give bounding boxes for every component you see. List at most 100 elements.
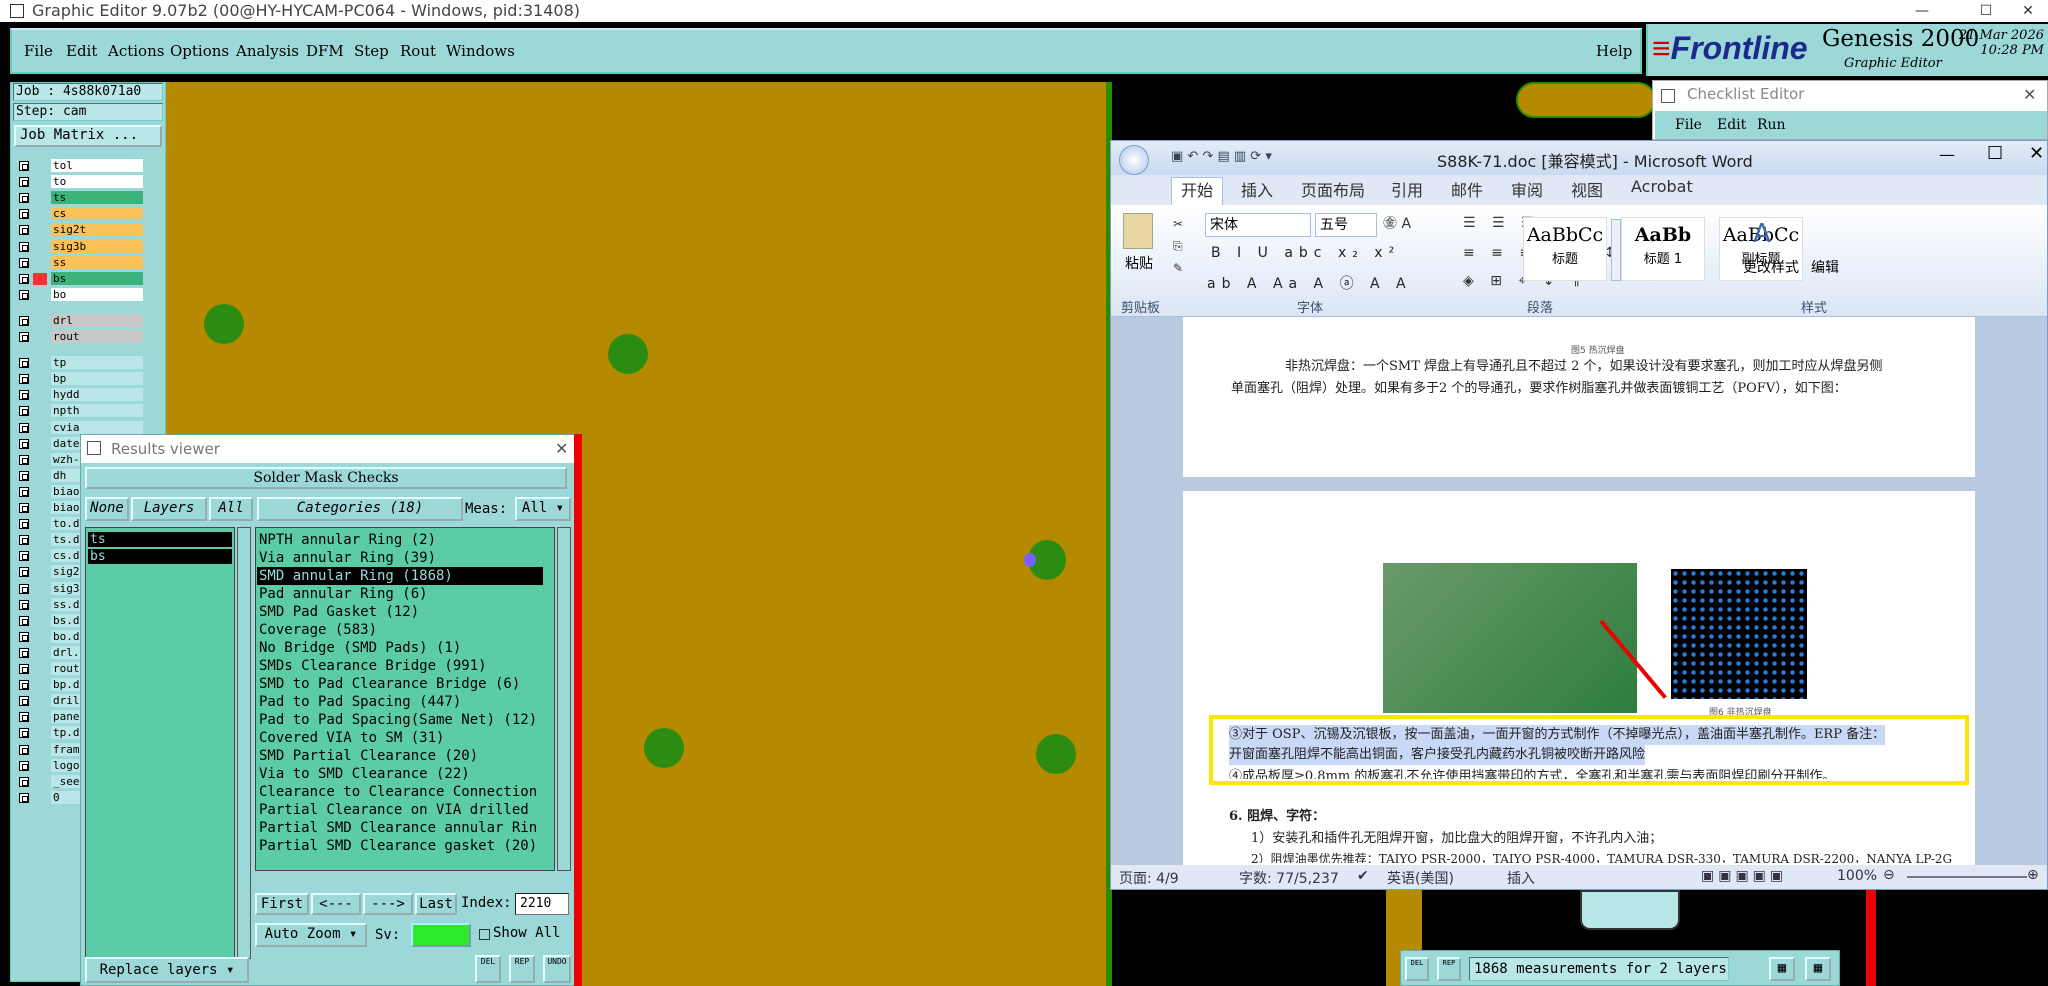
maximize-button[interactable]: ☐ bbox=[1966, 0, 2006, 22]
layer-checkbox[interactable] bbox=[19, 315, 29, 326]
language[interactable]: 英语(美国) bbox=[1387, 868, 1454, 888]
tab-insert[interactable]: 插入 bbox=[1241, 177, 1273, 201]
layer-name[interactable]: bs bbox=[51, 271, 143, 285]
layer-row[interactable]: sig2t bbox=[15, 223, 143, 237]
close-icon[interactable]: ✕ bbox=[555, 439, 568, 458]
layer-checkbox[interactable] bbox=[19, 792, 29, 803]
layer-row[interactable]: ss bbox=[15, 255, 143, 270]
category-item[interactable]: SMD annular Ring (1868) bbox=[257, 567, 543, 585]
layer-name[interactable]: cs bbox=[51, 207, 143, 221]
layer-checkbox[interactable] bbox=[19, 374, 29, 385]
index-input[interactable]: 2210 bbox=[515, 893, 569, 915]
category-item[interactable]: Pad annular Ring (6) bbox=[257, 585, 553, 603]
layer-checkbox[interactable] bbox=[19, 599, 29, 610]
category-item[interactable]: Pad to Pad Spacing(Same Net) (12) bbox=[257, 711, 553, 729]
category-scrollbar[interactable] bbox=[557, 527, 571, 871]
layer-row[interactable]: tol bbox=[15, 159, 143, 173]
category-item[interactable]: Partial SMD Clearance gasket (20) bbox=[257, 837, 553, 855]
layer-name[interactable]: bp bbox=[51, 372, 143, 386]
zoom-slider[interactable] bbox=[1907, 876, 2027, 878]
layer-row[interactable]: rout bbox=[15, 330, 143, 344]
layer-row[interactable]: bs bbox=[15, 271, 143, 286]
layer-checkbox[interactable] bbox=[19, 454, 29, 465]
none-button[interactable]: None bbox=[85, 497, 129, 521]
menu-options[interactable]: Options bbox=[170, 42, 229, 60]
category-item[interactable]: SMDs Clearance Bridge (991) bbox=[257, 657, 553, 675]
minimize-button[interactable]: — bbox=[1939, 145, 1955, 164]
layer-result-item[interactable]: bs bbox=[88, 549, 232, 564]
office-button[interactable] bbox=[1119, 145, 1149, 175]
layer-row[interactable]: to bbox=[15, 175, 143, 189]
paste-icon[interactable] bbox=[1123, 213, 1153, 249]
clipboard-icons[interactable]: ✂ ⎘ ✎ bbox=[1173, 213, 1183, 279]
layer-checkbox[interactable] bbox=[19, 390, 29, 401]
layer-checkbox[interactable] bbox=[19, 422, 29, 433]
tab-layout[interactable]: 页面布局 bbox=[1301, 177, 1365, 201]
menu-rout[interactable]: Rout bbox=[400, 42, 436, 60]
layer-checkbox[interactable] bbox=[19, 358, 29, 369]
layer-name[interactable]: hydd bbox=[51, 388, 143, 402]
category-item[interactable]: Clearance to Clearance Connection bbox=[257, 783, 553, 801]
layer-checkbox[interactable] bbox=[19, 438, 29, 449]
layer-checkbox[interactable] bbox=[19, 209, 29, 220]
layer-row[interactable]: tp bbox=[15, 356, 143, 370]
layer-checkbox[interactable] bbox=[19, 289, 29, 300]
rep-icon[interactable]: REP bbox=[1437, 957, 1461, 981]
minimize-button[interactable]: — bbox=[1902, 0, 1942, 22]
zoom-level[interactable]: 100% bbox=[1837, 868, 1877, 884]
layer-row[interactable]: npth bbox=[15, 404, 143, 418]
font-format-icons[interactable]: B I U abc x₂ x² bbox=[1211, 245, 1400, 261]
layer-checkbox[interactable] bbox=[19, 744, 29, 755]
checklist-menu-file[interactable]: File bbox=[1675, 117, 1702, 133]
prev-button[interactable]: <--- bbox=[311, 893, 361, 915]
layer-checkbox[interactable] bbox=[19, 631, 29, 642]
category-item[interactable]: SMD Pad Gasket (12) bbox=[257, 603, 553, 621]
category-item[interactable]: No Bridge (SMD Pads) (1) bbox=[257, 639, 553, 657]
layer-checkbox[interactable] bbox=[19, 664, 29, 674]
edit-label[interactable]: 编辑 bbox=[1811, 257, 1839, 277]
layer-result-list[interactable]: ts bs bbox=[85, 527, 235, 959]
layer-row[interactable]: drl bbox=[15, 313, 143, 328]
layer-checkbox[interactable] bbox=[19, 615, 29, 626]
view-mode-icons[interactable]: ▣▣▣▣▣ bbox=[1701, 868, 1787, 884]
meas-select[interactable]: All ▾ bbox=[515, 497, 571, 521]
category-item[interactable]: SMD to Pad Clearance Bridge (6) bbox=[257, 675, 553, 693]
close-icon[interactable]: ✕ bbox=[2023, 85, 2036, 104]
change-style-icon[interactable]: A bbox=[1753, 219, 1771, 249]
spell-check-icon[interactable]: ✔ bbox=[1357, 868, 1369, 884]
tab-home[interactable]: 开始 bbox=[1181, 177, 1213, 201]
menu-actions[interactable]: Actions bbox=[108, 42, 164, 60]
job-matrix-button[interactable]: Job Matrix ... bbox=[14, 125, 162, 147]
layer-list-scrollbar[interactable] bbox=[237, 527, 251, 959]
layer-name[interactable]: ss bbox=[51, 255, 143, 269]
maximize-button[interactable]: ☐ bbox=[1987, 143, 2003, 164]
close-button[interactable]: ✕ bbox=[2008, 0, 2048, 22]
next-button[interactable]: ---> bbox=[363, 893, 413, 915]
chart-icon[interactable]: ▦ bbox=[1805, 957, 1831, 981]
style-gallery-item[interactable]: AaBb 标题 1 bbox=[1621, 217, 1705, 281]
chart-icon[interactable]: ▦ bbox=[1769, 957, 1795, 981]
category-item[interactable]: NPTH annular Ring (2) bbox=[257, 531, 553, 549]
show-all-checkbox[interactable] bbox=[479, 929, 490, 940]
del-icon[interactable]: DEL bbox=[475, 955, 501, 983]
layer-checkbox[interactable] bbox=[19, 193, 29, 204]
sv-color-select[interactable] bbox=[411, 923, 471, 947]
layer-name[interactable]: drl bbox=[51, 313, 143, 327]
layer-checkbox[interactable] bbox=[19, 470, 29, 481]
paste-label[interactable]: 粘贴 bbox=[1125, 253, 1153, 273]
rep-icon[interactable]: REP bbox=[509, 955, 535, 983]
layer-name[interactable]: ts bbox=[51, 191, 143, 205]
layer-checkbox[interactable] bbox=[19, 583, 29, 594]
layer-name[interactable]: sig3b bbox=[51, 239, 143, 253]
layer-checkbox[interactable] bbox=[19, 161, 29, 171]
layer-row[interactable]: sig3b bbox=[15, 239, 143, 254]
category-item[interactable]: Via annular Ring (39) bbox=[257, 549, 553, 567]
layer-checkbox[interactable] bbox=[19, 535, 29, 546]
category-item[interactable]: Coverage (583) bbox=[257, 621, 553, 639]
layer-name[interactable]: rout bbox=[51, 330, 143, 343]
layer-checkbox[interactable] bbox=[19, 776, 29, 787]
category-item[interactable]: Pad to Pad Spacing (447) bbox=[257, 693, 553, 711]
layer-checkbox[interactable] bbox=[19, 406, 29, 417]
word-count[interactable]: 字数: 77/5,237 bbox=[1239, 868, 1339, 888]
auto-zoom-select[interactable]: Auto Zoom ▾ bbox=[255, 923, 367, 947]
